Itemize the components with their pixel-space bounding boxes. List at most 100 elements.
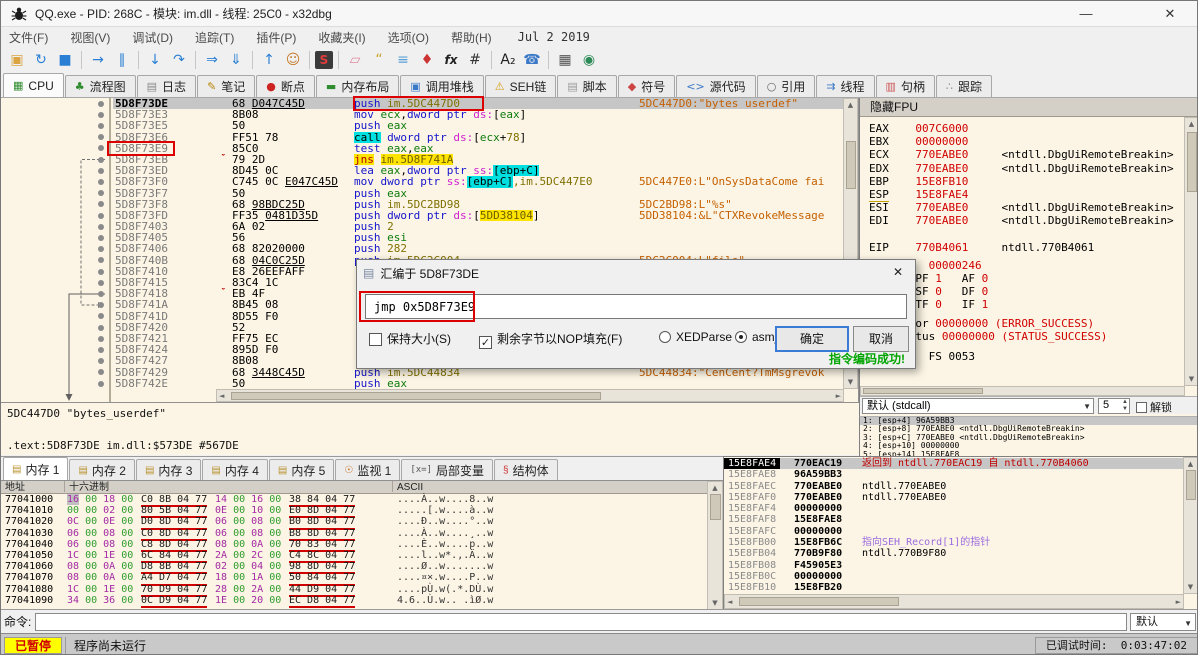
patch-icon[interactable]: ▱ [344,50,366,70]
stack-row[interactable]: 15E8FB04 770B9F80 ntdll.770B9F80 [724,548,1184,559]
tab-threads[interactable]: ⇉ 线程 [816,75,875,97]
register-row[interactable]: EIP 770B4061 ntdll.770B4061 [869,241,1094,254]
register-row[interactable]: ESP 15E8FAE4 [869,188,968,202]
menu-item[interactable]: 调试(D) [132,29,173,46]
disasm-row[interactable]: 5D8F73EB ˇ 79 2D jns im.5D8F741A [113,153,844,166]
breakpoint-dot[interactable] [98,100,104,107]
scroll-left-icon[interactable]: ◄ [727,598,732,606]
tab-breakpoints[interactable]: ● 断点 [256,75,315,97]
menu-item[interactable]: 视图(V) [70,29,110,46]
function-icon[interactable]: ♦ [416,50,438,70]
tab-dump-2[interactable]: ▤ 内存 2 [69,459,135,480]
scylla-icon[interactable]: S [315,51,333,69]
tab-locals[interactable]: [x=] 局部变量 [401,459,494,480]
dump-row[interactable]: 77041040 06 00 08 00 C8 8D 04 77 08 00 0A 0… [1,539,707,552]
scroll-up-icon[interactable]: ▲ [844,101,857,109]
breakpoint-dot[interactable] [98,123,104,129]
tab-source[interactable]: <> 源代码 [676,75,756,97]
scroll-down-icon[interactable]: ▼ [844,378,857,386]
disasm-horizontal-scrollbar[interactable]: ◄ ► [216,389,844,402]
tab-symbols[interactable]: ◆ 符号 [617,75,676,97]
scroll-right-icon[interactable]: ► [1176,598,1181,606]
registers-vertical-scrollbar[interactable]: ▲ ▼ [1184,117,1197,386]
disasm-row[interactable]: 5D8F73ED 8D45 0C lea eax,dword ptr ss:[ebp… [113,165,844,177]
calculator-icon[interactable]: ▦ [554,50,576,70]
disasm-row[interactable]: 5D8F7406 68 82020000 push 282 [113,243,844,254]
tab-notes[interactable]: ✎ 笔记 [197,75,256,97]
breakpoint-dot[interactable] [98,111,104,118]
breakpoint-dot[interactable] [98,335,104,342]
scroll-thumb[interactable] [863,388,983,394]
hotkeys-icon[interactable]: ☎ [521,50,543,70]
scroll-thumb[interactable] [710,494,721,520]
tab-script[interactable]: ▤ 脚本 [557,75,617,97]
hash-icon[interactable]: # [464,50,486,70]
register-row[interactable]: ECX 770EABE0 <ntdll.DbgUiRemoteBreakin> [869,148,1174,161]
disasm-row[interactable]: 5D8F7405 56 push esi [113,232,844,243]
menu-item[interactable]: 文件(F) [9,29,48,46]
register-row[interactable]: EBP 15E8FB10 [869,175,968,188]
scroll-thumb[interactable] [1186,470,1196,500]
label-icon[interactable]: ≡ [392,50,414,70]
dump-vertical-scrollbar[interactable]: ▲ ▼ [707,481,723,610]
stack-horizontal-scrollbar[interactable]: ◄ ► [724,594,1184,609]
run-icon[interactable]: → [87,50,109,70]
menu-item[interactable]: 选项(O) [388,29,429,46]
scroll-down-icon[interactable]: ▼ [1185,375,1197,383]
run-to-user-code-icon[interactable]: ⇓ [225,50,247,70]
stack-row[interactable]: 15E8FB0C 00000000 [724,571,1184,582]
stack-row[interactable]: 15E8FAF0 770EABE0 ntdll.770EABE0 [724,492,1184,503]
scroll-right-icon[interactable]: ► [836,392,841,400]
stack-row[interactable]: 15E8FAF4 00000000 [724,503,1184,514]
disasm-row[interactable]: 5D8F742E 50 push eax [113,378,844,389]
menu-item[interactable]: 追踪(T) [195,29,234,46]
disasm-row[interactable]: 5D8F73DE 68 D047C45D push im.5DC447D0 5DC44… [113,98,844,110]
step-into-icon[interactable]: ↓ [144,50,166,70]
step-out-icon[interactable]: ↑ [258,50,280,70]
assemble-dialog[interactable]: ▤ 汇编于 5D8F73DE ✕ 保持大小(S) ✓剩余字节以NOP填充(F) … [356,259,916,369]
keep-size-checkbox[interactable]: 保持大小(S) [369,330,451,347]
breakpoint-gutter[interactable] [1,98,111,402]
title-bar[interactable]: QQ.exe - PID: 268C - 模块: im.dll - 线程: 25… [1,1,1197,27]
disasm-row[interactable]: 5D8F73E5 50 push eax [113,120,844,131]
attach-icon[interactable]: ☺ [282,50,304,70]
dump-row[interactable]: 77041000 16 00 18 00 C0 8B 04 77 14 00 16 0… [1,494,707,508]
dump-row[interactable]: 77041060 08 00 0A 00 D8 8B 04 77 02 00 04 0… [1,561,707,575]
unlock-checkbox[interactable]: 解锁 [1136,399,1172,415]
open-file-icon[interactable]: ▣ [6,50,28,70]
stack-row[interactable]: 15E8FB08 F45905E3 [724,560,1184,571]
pause-icon[interactable]: ∥ [111,50,133,70]
breakpoint-dot[interactable] [98,380,104,387]
stepper-arrows-icon[interactable]: ▲ ▼ [1122,399,1128,413]
tab-watch-1[interactable]: ☉ 监视 1 [335,459,401,480]
scroll-up-icon[interactable]: ▲ [1184,460,1197,468]
dialog-close-icon[interactable]: ✕ [881,260,915,285]
menu-item[interactable]: 帮助(H) [451,29,492,46]
scroll-down-icon[interactable]: ▼ [708,599,722,607]
minimize-button[interactable]: — [1065,1,1107,26]
assemble-instruction-input[interactable] [365,294,907,319]
tab-trace[interactable]: ∴ 跟踪 [935,75,992,97]
stack-row[interactable]: 15E8FAE4 770EAC19 返回到 ntdll.770EAC19 自 ntd… [724,458,1184,470]
comment-icon[interactable]: “ [368,50,390,70]
dump-row[interactable]: 77041010 00 00 02 00 80 5B 04 77 0E 00 10 0… [1,505,707,519]
stack-row[interactable]: 15E8FAFC 00000000 [724,526,1184,537]
tab-memory-map[interactable]: ▬ 内存布局 [315,75,400,97]
restart-icon[interactable]: ↻ [30,50,52,70]
breakpoint-dot[interactable] [98,324,104,331]
disasm-row[interactable]: 5D8F73F7 50 push eax [113,188,844,199]
fill-nop-checkbox[interactable]: ✓ 剩余字节以NOP填充(F) [479,330,622,349]
breakpoint-dot[interactable] [98,167,104,174]
disasm-row[interactable]: 5D8F73F0 C745 0C E047C45D mov dword ptr ss… [113,176,844,188]
disasm-row[interactable]: 5D8F73FD FF35 0481D35D push dword ptr ds:[… [113,209,844,222]
step-over-icon[interactable]: ↷ [168,50,190,70]
disasm-row[interactable]: 5D8F73E6 FF51 78 call dword ptr ds:[ecx+78… [113,131,844,143]
tab-dump-3[interactable]: ▤ 内存 3 [135,459,202,480]
scroll-thumb[interactable] [231,392,601,400]
tab-call-stack[interactable]: ▣ 调用堆栈 [400,75,484,97]
scroll-thumb[interactable] [846,141,856,189]
menu-item[interactable]: 插件(P) [256,29,296,46]
execute-till-return-icon[interactable]: ⇒ [201,50,223,70]
tab-dump-4[interactable]: ▤ 内存 4 [202,459,268,480]
stack-row[interactable]: 15E8FAEC 770EABE0 ntdll.770EABE0 [724,481,1184,492]
